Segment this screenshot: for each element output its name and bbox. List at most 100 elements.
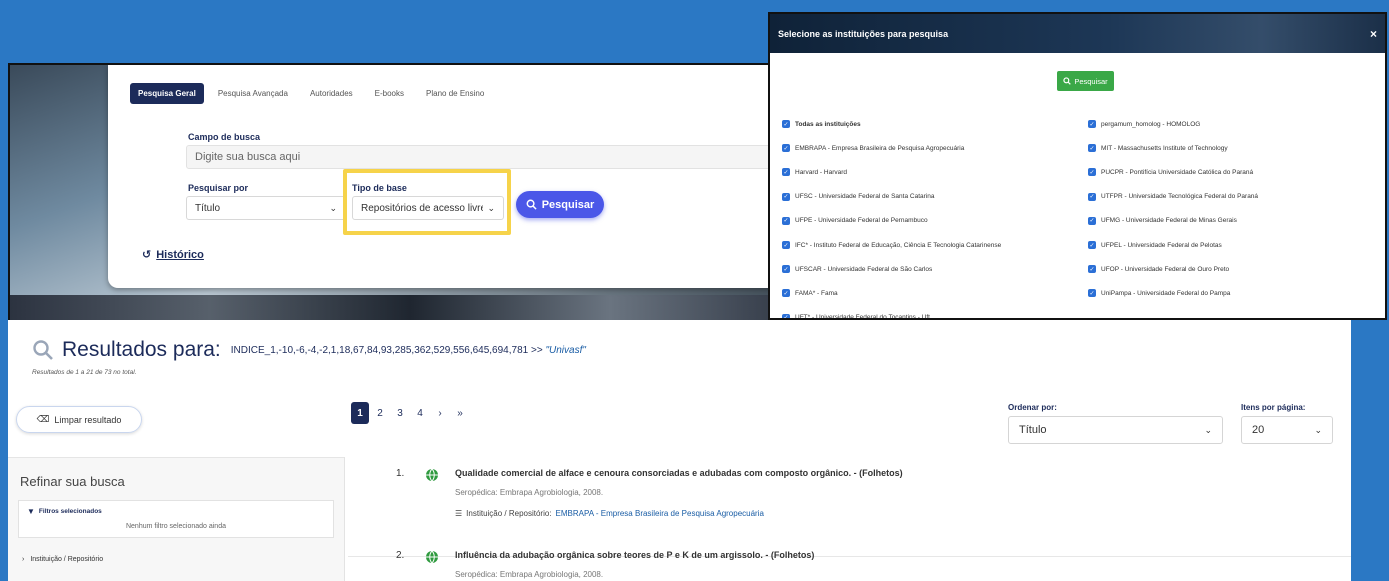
institution-checkbox[interactable]: ✓ MIT - Massachusetts Institute of Techno…: [1088, 136, 1258, 160]
institution-checkbox[interactable]: ✓ Harvard - Harvard: [782, 160, 1001, 184]
institution-label: Harvard - Harvard: [795, 168, 848, 176]
search-icon: [526, 199, 537, 210]
checkbox-checked-icon: ✓: [782, 241, 790, 250]
institution-checkbox[interactable]: ✓ FAMA* - Fama: [782, 281, 1001, 305]
results-count: Resultados de 1 a 21 de 73 no total.: [32, 369, 137, 376]
checkbox-checked-icon: ✓: [1088, 192, 1096, 201]
tab-pesquisa-geral[interactable]: Pesquisa Geral: [130, 83, 204, 104]
record-institution: ☰ Instituição / Repositório: EMBRAPA - E…: [455, 509, 764, 518]
institution-checkbox[interactable]: ✓ EMBRAPA - Empresa Brasileira de Pesquis…: [782, 136, 1001, 160]
institution-checkbox[interactable]: ✓ UFMG - Universidade Federal de Minas Ge…: [1088, 209, 1258, 233]
page-4[interactable]: 4: [411, 402, 429, 424]
tab-autoridades[interactable]: Autoridades: [302, 83, 361, 104]
tipo-base-select[interactable]: Repositórios de acesso livre ⌄: [352, 196, 504, 220]
historico-link[interactable]: ↺ Histórico: [142, 248, 204, 262]
ordenar-select[interactable]: Título ⌄: [1008, 416, 1223, 444]
history-icon: ↺: [142, 249, 152, 261]
search-tabs: Pesquisa Geral Pesquisa Avançada Autorid…: [130, 83, 492, 104]
institution-label: UFT* - Universidade Federal do Tocantins…: [795, 314, 930, 320]
checkbox-checked-icon: ✓: [782, 144, 790, 153]
chevron-down-icon: ⌄: [1204, 424, 1212, 435]
refine-sidebar: Refinar sua busca ▼ Filtros selecionados…: [8, 457, 344, 581]
page-next[interactable]: ›: [431, 402, 449, 424]
institution-label: UTFPR - Universidade Tecnológica Federal…: [1101, 193, 1259, 201]
facet-instituicao[interactable]: › Instituição / Repositório: [22, 556, 103, 563]
institution-label: UniPampa - Universidade Federal do Pampa: [1101, 289, 1231, 297]
institutions-left-column: ✓ Todas as instituições ✓ EMBRAPA - Empresa…: [782, 112, 1001, 320]
checkbox-checked-icon: ✓: [782, 313, 790, 320]
pagination: 1 2 3 4 › »: [351, 402, 469, 424]
institution-checkbox[interactable]: ✓ UFSCAR - Universidade Federal de São Ca…: [782, 257, 1001, 281]
filter-icon: ▼: [27, 507, 35, 516]
results-title: Resultados para:: [62, 338, 221, 361]
institutions-right-column: ✓ pergamum_homolog - HOMOLOG ✓ MIT - Massac…: [1088, 112, 1258, 306]
tipo-base-value: Repositórios de acesso livre: [361, 202, 483, 214]
ordenar-value: Título: [1019, 424, 1047, 436]
historico-label: Histórico: [156, 248, 204, 261]
page-last[interactable]: »: [451, 402, 469, 424]
record-publisher: Seropédica: Embrapa Agrobiologia, 2008.: [455, 570, 604, 579]
institution-checkbox[interactable]: ✓ PUCPR - Pontifícia Universidade Católic…: [1088, 160, 1258, 184]
institution-label: UFPE - Universidade Federal de Pernambuc…: [795, 217, 928, 225]
refine-title: Refinar sua busca: [20, 474, 125, 489]
checkbox-checked-icon: ✓: [782, 120, 790, 129]
facet-label: Instituição / Repositório: [30, 556, 104, 563]
checkbox-checked-icon: ✓: [1088, 120, 1096, 129]
tab-pesquisa-avancada[interactable]: Pesquisa Avançada: [210, 83, 296, 104]
institution-checkbox[interactable]: ✓ pergamum_homolog - HOMOLOG: [1088, 112, 1258, 136]
limpar-resultado-label: Limpar resultado: [54, 414, 122, 425]
record-title[interactable]: Influência da adubação orgânica sobre te…: [455, 550, 814, 560]
institution-label: UFOP - Universidade Federal de Ouro Pret…: [1101, 265, 1230, 273]
checkbox-checked-icon: ✓: [1088, 216, 1096, 225]
record-number: 2.: [396, 550, 405, 561]
filtros-box: ▼ Filtros selecionados Nenhum filtro sel…: [18, 500, 334, 538]
institution-label: UFSCAR - Universidade Federal de São Car…: [795, 265, 933, 273]
institution-checkbox[interactable]: ✓ UFOP - Universidade Federal de Ouro Pre…: [1088, 257, 1258, 281]
close-icon[interactable]: ×: [1370, 27, 1377, 41]
ordenar-label: Ordenar por:: [1008, 403, 1057, 412]
institution-label: IFC* - Instituto Federal de Educação, Ci…: [795, 241, 1002, 249]
institution-label: Todas as instituições: [795, 120, 861, 128]
globe-icon: [426, 468, 438, 482]
checkbox-checked-icon: ✓: [1088, 265, 1096, 274]
pesquisar-por-select[interactable]: Título ⌄: [186, 196, 346, 220]
list-icon: ☰: [455, 509, 463, 518]
modal-header: Selecione as instituições para pesquisa …: [770, 14, 1385, 53]
itens-select[interactable]: 20 ⌄: [1241, 416, 1333, 444]
institution-checkbox[interactable]: ✓ UFSC - Universidade Federal de Santa Ca…: [782, 185, 1001, 209]
page-1[interactable]: 1: [351, 402, 369, 424]
institution-checkbox[interactable]: ✓ IFC* - Instituto Federal de Educação, C…: [782, 233, 1001, 257]
record-institution-link[interactable]: EMBRAPA - Empresa Brasileira de Pesquisa…: [556, 509, 764, 518]
limpar-resultado-button[interactable]: ⌫ Limpar resultado: [16, 406, 142, 433]
tab-ebooks[interactable]: E-books: [367, 83, 412, 104]
results-query-text: INDICE_1,-10,-6,-4,-2,1,18,67,84,93,285,…: [230, 344, 543, 356]
institution-label: UFMG - Universidade Federal de Minas Ger…: [1101, 217, 1237, 225]
institution-checkbox[interactable]: ✓ Todas as instituições: [782, 112, 1001, 136]
institution-checkbox[interactable]: ✓ UniPampa - Universidade Federal do Pamp…: [1088, 281, 1258, 305]
chevron-down-icon: ⌄: [1314, 424, 1322, 435]
modal-pesquisar-button[interactable]: Pesquisar: [1057, 71, 1114, 91]
institution-checkbox[interactable]: ✓ UTFPR - Universidade Tecnológica Federa…: [1088, 185, 1258, 209]
institution-checkbox[interactable]: ✓ UFPE - Universidade Federal de Pernambu…: [782, 209, 1001, 233]
results-panel: Resultados para: INDICE_1,-10,-6,-4,-2,1…: [8, 320, 1351, 581]
modal-title: Selecione as instituições para pesquisa: [778, 28, 949, 39]
institution-checkbox[interactable]: ✓ UFT* - Universidade Federal do Tocantin…: [782, 306, 1001, 320]
checkbox-checked-icon: ✓: [1088, 289, 1096, 298]
page-2[interactable]: 2: [371, 402, 389, 424]
column-divider: [344, 457, 345, 581]
results-heading: Resultados para: INDICE_1,-10,-6,-4,-2,1…: [32, 338, 586, 362]
institutions-modal: Selecione as instituições para pesquisa …: [768, 12, 1387, 320]
page-3[interactable]: 3: [391, 402, 409, 424]
institution-checkbox[interactable]: ✓ UFPEL - Universidade Federal de Pelotas: [1088, 233, 1258, 257]
tab-plano-de-ensino[interactable]: Plano de Ensino: [418, 83, 492, 104]
pesquisar-button-label: Pesquisar: [541, 198, 595, 211]
record-title[interactable]: Qualidade comercial de alface e cenoura …: [455, 468, 903, 478]
checkbox-checked-icon: ✓: [782, 265, 790, 274]
record-number: 1.: [396, 468, 405, 479]
checkbox-checked-icon: ✓: [782, 289, 790, 298]
institution-label: pergamum_homolog - HOMOLOG: [1101, 120, 1201, 128]
search-input[interactable]: Digite sua busca aqui: [186, 145, 810, 169]
institution-label: FAMA* - Fama: [795, 289, 838, 297]
results-query-base: "Univasf": [545, 344, 586, 356]
pesquisar-button[interactable]: Pesquisar: [516, 191, 604, 218]
